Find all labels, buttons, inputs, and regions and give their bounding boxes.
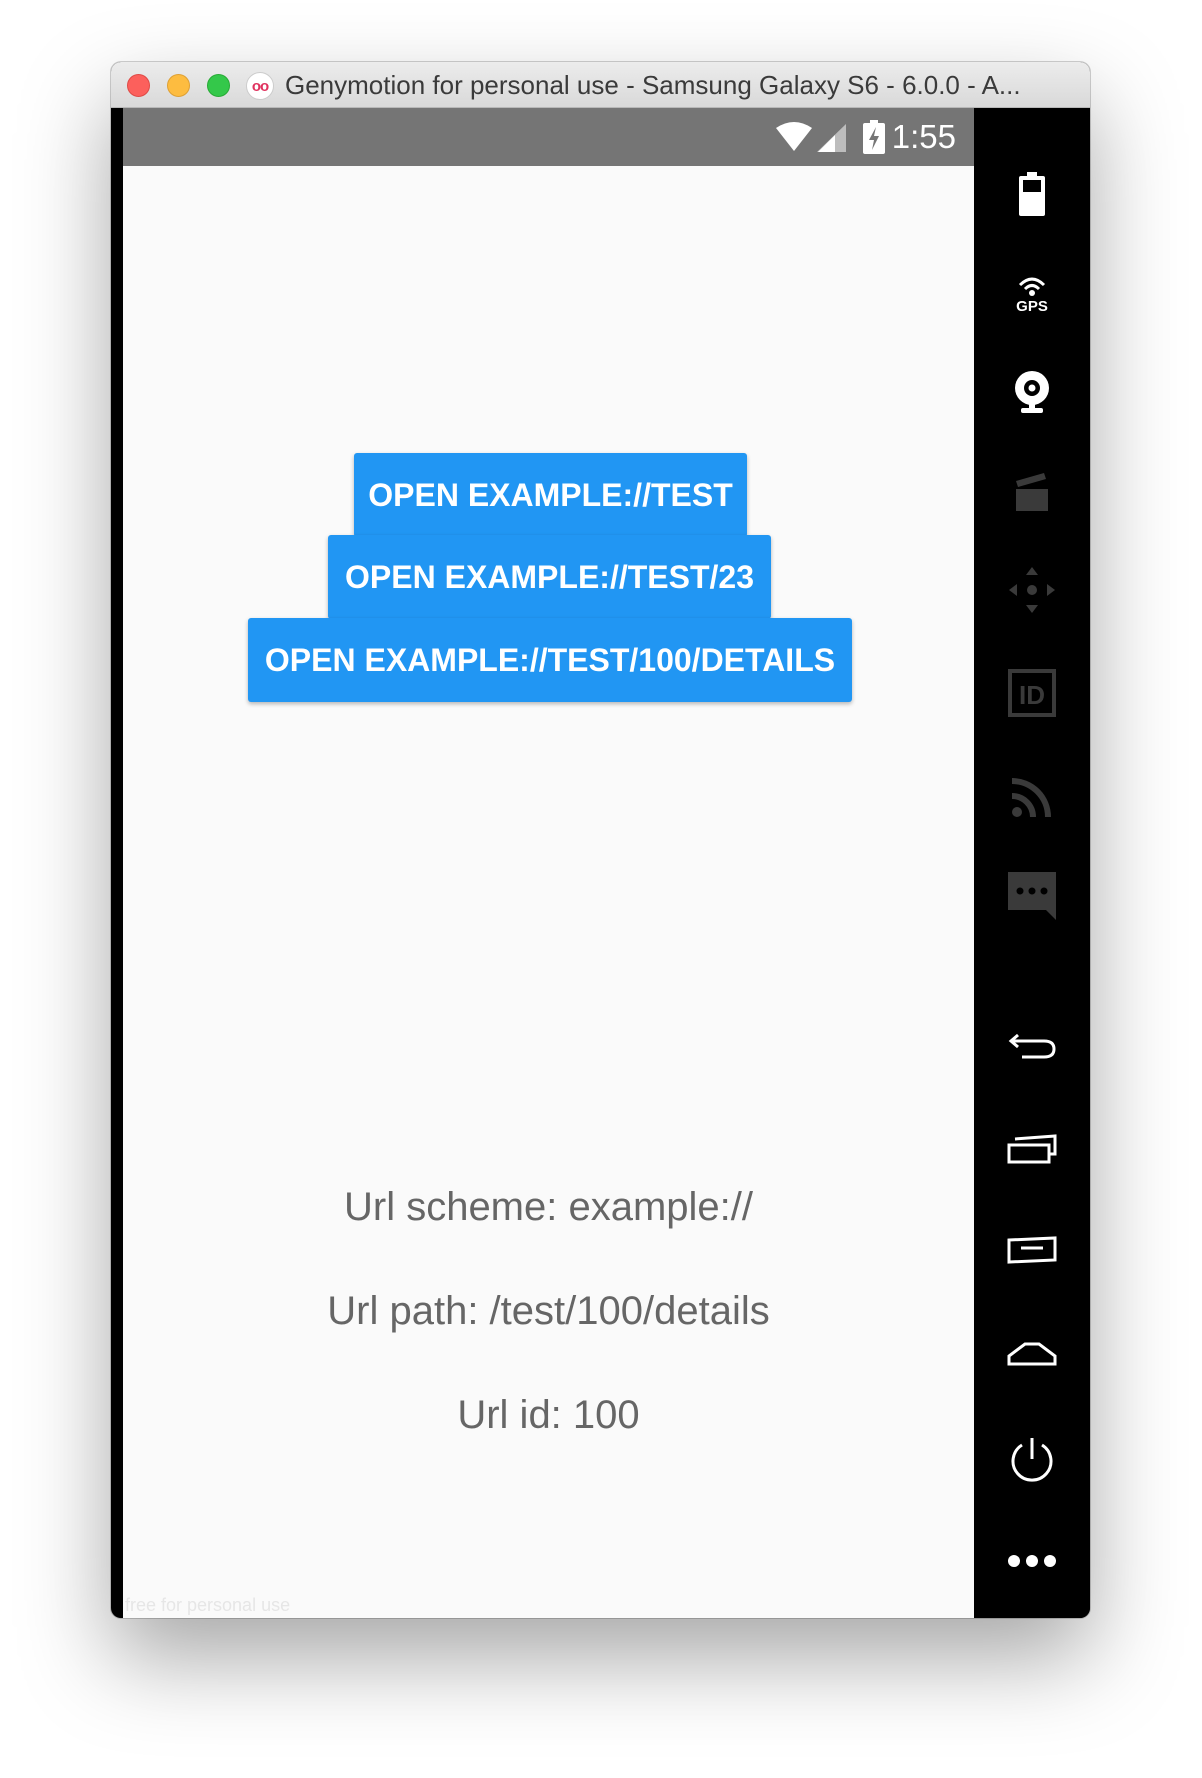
more-icon: [1008, 1555, 1056, 1567]
battery-icon: [1019, 172, 1045, 216]
watermark: free for personal use: [125, 1595, 291, 1615]
genymotion-logo-icon: oo: [246, 72, 274, 100]
genymotion-sidebar: GPS ID: [974, 108, 1090, 1618]
gps-icon: GPS: [1016, 277, 1048, 313]
open-test-23-button[interactable]: OPEN EXAMPLE://TEST/23: [328, 535, 771, 619]
device-id-widget-button[interactable]: ID: [974, 658, 1090, 728]
device-id-icon: ID: [1008, 669, 1056, 717]
gps-label: GPS: [1016, 298, 1048, 313]
wifi-icon: [776, 122, 812, 151]
dpad-widget-button[interactable]: [974, 555, 1090, 625]
status-clock: 1:55: [891, 118, 956, 155]
home-button[interactable]: [974, 1319, 1090, 1389]
power-button[interactable]: [974, 1424, 1090, 1494]
open-test-100-details-button[interactable]: OPEN EXAMPLE://TEST/100/DETAILS: [248, 618, 852, 702]
android-status-bar: 1:55: [123, 108, 974, 166]
more-button[interactable]: [974, 1526, 1090, 1596]
id-label: ID: [1019, 680, 1045, 710]
minimize-window-button[interactable]: [167, 74, 190, 97]
sms-icon: [1008, 872, 1056, 920]
webcam-icon: [1015, 371, 1049, 413]
emulator-window: oo Genymotion for personal use - Samsung…: [111, 62, 1090, 1618]
webcam-widget-button[interactable]: [974, 358, 1090, 428]
zoom-window-button[interactable]: [207, 74, 230, 97]
home-icon: [1007, 1342, 1057, 1366]
title-bar[interactable]: oo Genymotion for personal use - Samsung…: [111, 62, 1090, 108]
back-button[interactable]: [974, 1011, 1090, 1081]
dpad-icon: [1009, 567, 1055, 613]
network-widget-button[interactable]: [974, 762, 1090, 832]
close-window-button[interactable]: [127, 74, 150, 97]
url-scheme-text: Url scheme: example://: [343, 1185, 754, 1229]
video-capture-icon: [1016, 473, 1048, 511]
power-icon: [1011, 1438, 1053, 1482]
battery-charging-icon: [863, 120, 885, 154]
recent-apps-button[interactable]: [974, 1113, 1090, 1183]
window-title: Genymotion for personal use - Samsung Ga…: [285, 70, 1021, 100]
back-icon: [1008, 1033, 1056, 1059]
battery-widget-button[interactable]: [974, 159, 1090, 229]
recent-apps-icon: [1007, 1134, 1057, 1164]
url-id-text: Url id: 100: [457, 1393, 640, 1437]
cell-signal-icon: [817, 124, 846, 152]
menu-button[interactable]: [974, 1215, 1090, 1285]
url-path-text: Url path: /test/100/details: [327, 1289, 770, 1333]
gps-widget-button[interactable]: GPS: [974, 258, 1090, 328]
network-icon: [1011, 778, 1051, 818]
open-test-button[interactable]: OPEN EXAMPLE://TEST: [354, 453, 747, 537]
video-capture-widget-button[interactable]: [974, 456, 1090, 526]
sms-widget-button[interactable]: [974, 861, 1090, 931]
device-screen: 1:55 OPEN EXAMPLE://TEST OPEN EXAMPLE://…: [123, 108, 974, 1618]
menu-icon: [1007, 1236, 1057, 1264]
